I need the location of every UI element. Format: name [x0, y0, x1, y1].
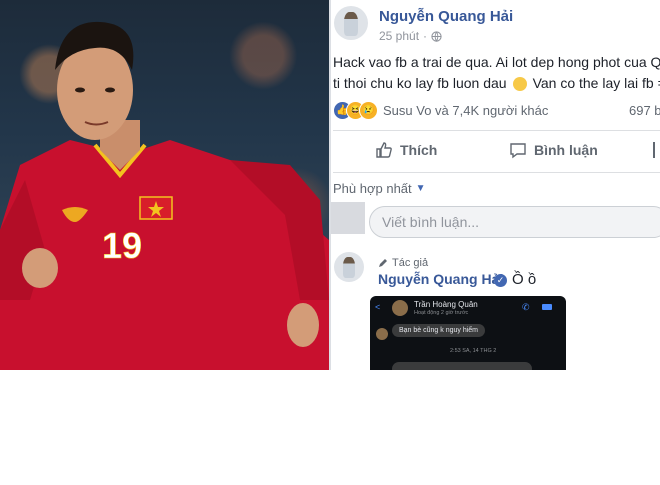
post-text-line-2: ti thoi chu ko lay fb luon dau Van co th…	[333, 75, 660, 91]
reply-text: Ồ ồ	[512, 271, 537, 288]
messenger-header: < Trần Hoàng Quân Hoạt động 2 giờ trước …	[370, 296, 566, 320]
reactions-text: Susu Vo và 7,4K người khác	[383, 103, 549, 118]
author-tag: Tác giả	[378, 257, 428, 269]
post-text-line-1: Hack vao fb a trai de qua. Ai lot dep ho…	[333, 54, 660, 70]
separator	[333, 172, 660, 173]
video-icon	[542, 304, 552, 310]
comment-sort-dropdown[interactable]: Phù hợp nhất ▼	[333, 181, 426, 197]
reply-author-name[interactable]: Nguyễn Quang Hải	[378, 271, 503, 287]
viewer-avatar	[331, 202, 365, 234]
share-icon[interactable]	[653, 142, 660, 158]
phone-icon: ✆	[522, 302, 530, 312]
post-author-name[interactable]: Nguyễn Quang Hải	[379, 8, 513, 25]
verified-badge-icon: ✓	[494, 274, 507, 287]
globe-icon	[431, 30, 442, 42]
message-bubble: Bạn bè cũng k nguy hiểm	[392, 324, 485, 337]
pencil-icon	[379, 259, 387, 267]
message-bubble-partial	[392, 362, 532, 370]
messenger-screenshot[interactable]: < Trần Hoàng Quân Hoạt động 2 giờ trước …	[370, 296, 566, 370]
post-meta: 25 phút ·	[379, 29, 442, 43]
comment-button[interactable]: Bình luận	[509, 141, 598, 159]
back-arrow-icon: <	[375, 302, 381, 312]
facebook-post: Nguyễn Quang Hải 25 phút · Hack vao fb a…	[331, 0, 660, 370]
comment-icon	[510, 143, 526, 159]
player-photo: 19	[0, 0, 329, 370]
caret-down-icon: ▼	[415, 183, 426, 194]
reply-author-avatar[interactable]	[334, 252, 364, 282]
like-button[interactable]: Thích	[375, 141, 437, 159]
player-illustration: 19	[0, 21, 329, 370]
reactions-summary[interactable]: 👍 😆 😢 Susu Vo và 7,4K người khác	[333, 101, 563, 121]
comment-input[interactable]: Viết bình luận...	[369, 206, 660, 238]
thumbs-up-icon	[376, 142, 392, 158]
contact-status: Hoạt động 2 giờ trước	[414, 310, 469, 316]
comments-count[interactable]: 697 b	[629, 103, 660, 118]
contact-avatar	[392, 300, 408, 316]
contact-mini-avatar	[376, 328, 388, 340]
separator	[333, 130, 660, 131]
post-time[interactable]: 25 phút	[379, 29, 419, 43]
contact-name: Trần Hoàng Quân	[414, 300, 478, 309]
sleepy-emoji-icon	[512, 76, 527, 91]
sad-icon: 😢	[359, 101, 378, 120]
message-timestamp: 2:53 SA, 14 THG 2	[450, 348, 497, 354]
svg-text:19: 19	[102, 225, 142, 266]
author-avatar[interactable]	[334, 6, 368, 40]
